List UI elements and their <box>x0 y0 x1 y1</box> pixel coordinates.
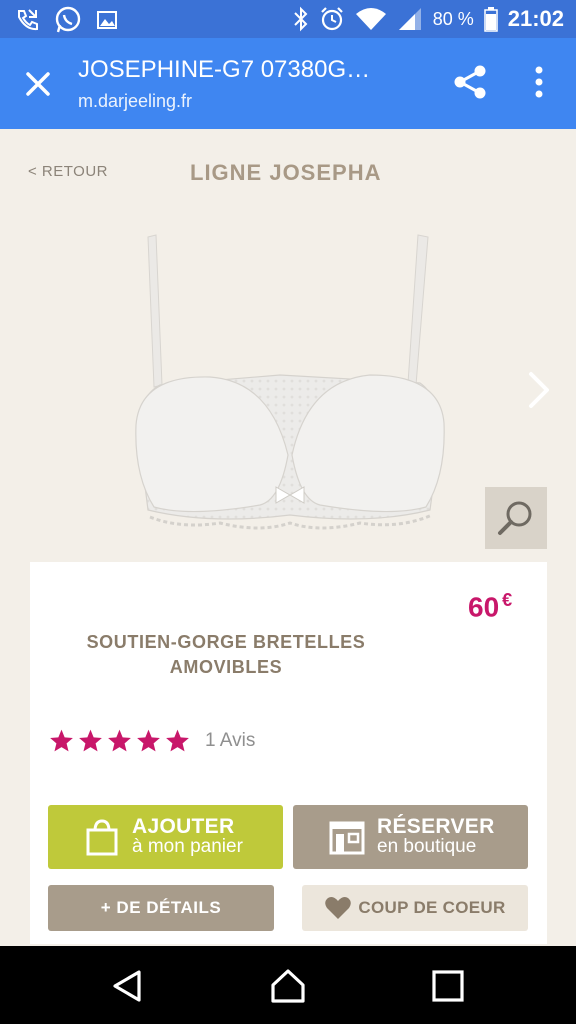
star-icon <box>137 729 160 752</box>
product-name-line2: AMOVIBLES <box>169 657 283 677</box>
price-currency: € <box>502 590 513 610</box>
heart-icon <box>325 897 352 919</box>
add-to-cart-button[interactable]: AJOUTER à mon panier <box>48 805 283 869</box>
alarm-icon <box>320 7 343 31</box>
battery-percentage: 80 % <box>432 8 474 29</box>
page-title: LIGNE JOSEPHA <box>190 160 382 185</box>
reserve-label: RÉSERVER <box>377 815 495 838</box>
image-icon <box>97 11 117 29</box>
more-details-button[interactable]: + DE DÉTAILS <box>48 885 274 931</box>
product-price: 60 € <box>468 590 512 623</box>
recents-square-icon[interactable] <box>430 968 466 1004</box>
shopping-bag-icon <box>86 819 118 856</box>
star-icon <box>79 729 102 752</box>
reserve-in-store-button[interactable]: RÉSERVER en boutique <box>293 805 528 869</box>
signal-icon <box>398 8 421 30</box>
star-icon <box>166 729 189 752</box>
favorite-label: COUP DE COEUR <box>358 898 506 917</box>
share-icon[interactable] <box>452 62 490 102</box>
product-name-line1: SOUTIEN-GORGE BRETELLES <box>86 632 366 652</box>
home-icon[interactable] <box>270 968 306 1004</box>
close-icon[interactable] <box>18 64 58 104</box>
price-value: 60 <box>468 591 500 623</box>
more-vert-icon[interactable] <box>526 62 552 102</box>
android-nav-bar <box>0 946 576 1024</box>
browser-toolbar: JOSEPHINE-G7 07380G… m.darjeeling.fr <box>0 38 576 129</box>
product-rating[interactable]: 1 Avis <box>48 728 255 754</box>
magnifier-icon <box>498 501 532 535</box>
page-url-title: JOSEPHINE-G7 07380G… <box>78 56 371 83</box>
reserve-sublabel: en boutique <box>377 836 477 857</box>
star-icon <box>50 729 73 752</box>
whatsapp-icon <box>55 6 81 33</box>
chevron-right-icon[interactable] <box>525 370 553 410</box>
star-rating <box>48 728 191 754</box>
clock: 21:02 <box>507 6 564 31</box>
store-icon <box>329 821 365 855</box>
product-name: SOUTIEN-GORGE BRETELLES AMOVIBLES <box>70 630 382 680</box>
back-link[interactable]: < RETOUR <box>28 163 108 180</box>
missed-call-icon <box>18 9 38 31</box>
page-domain: m.darjeeling.fr <box>78 91 193 111</box>
product-card: 60 € SOUTIEN-GORGE BRETELLES AMOVIBLES 1 … <box>30 562 547 944</box>
reviews-count[interactable]: 1 Avis <box>205 730 255 752</box>
add-to-cart-label: AJOUTER <box>132 815 235 838</box>
product-image <box>135 234 445 530</box>
add-to-cart-sublabel: à mon panier <box>132 836 243 857</box>
zoom-button[interactable] <box>485 487 547 549</box>
star-icon <box>108 729 131 752</box>
battery-icon <box>483 7 498 32</box>
wifi-icon <box>355 8 386 30</box>
bluetooth-icon <box>293 6 308 32</box>
back-triangle-icon[interactable] <box>110 968 146 1004</box>
status-bar: 80 % 21:02 <box>0 0 576 38</box>
favorite-button[interactable]: COUP DE COEUR <box>302 885 528 931</box>
